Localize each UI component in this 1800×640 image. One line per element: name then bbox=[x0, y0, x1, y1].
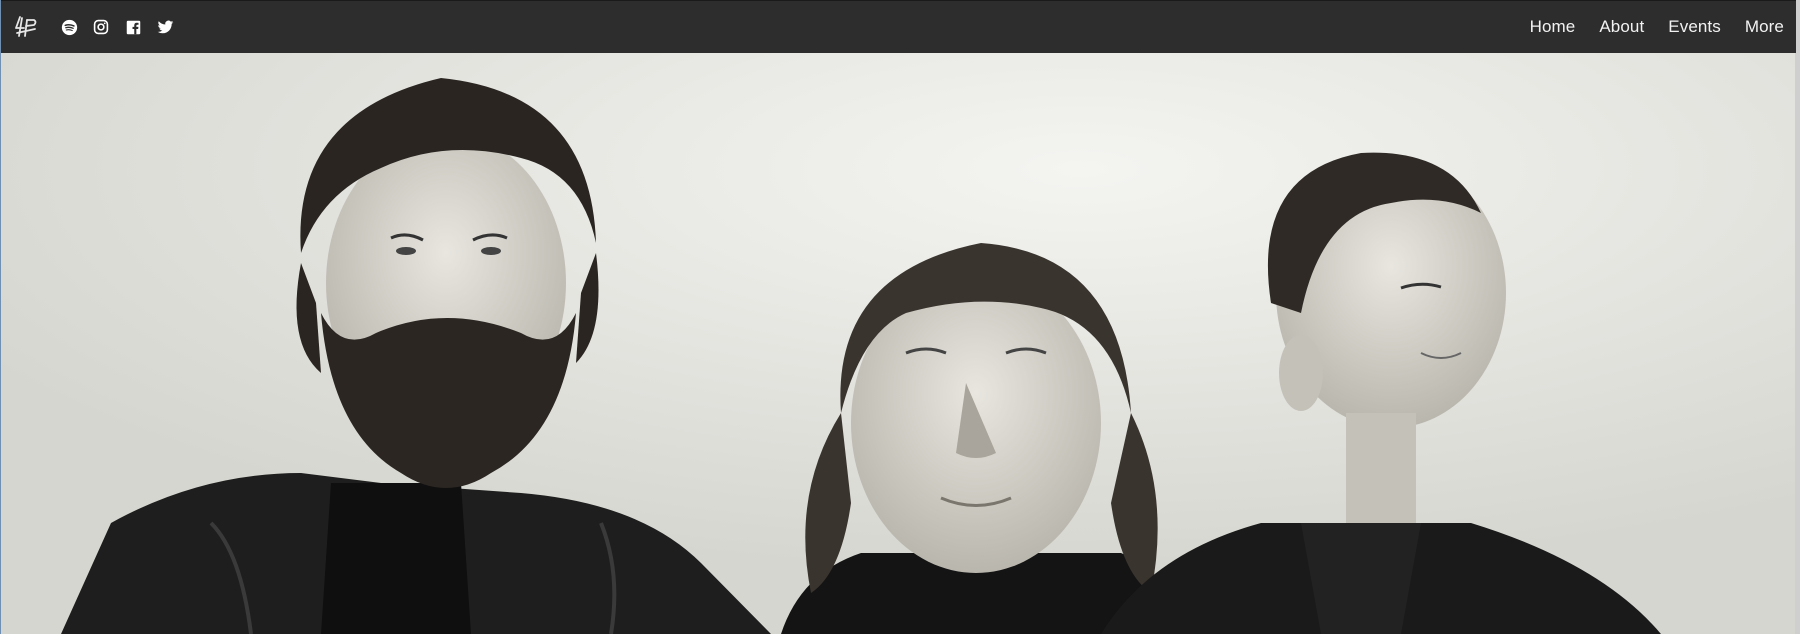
facebook-icon[interactable] bbox=[117, 11, 149, 43]
nav-link-home[interactable]: Home bbox=[1530, 17, 1576, 37]
band-logo-icon[interactable] bbox=[13, 14, 39, 40]
twitter-icon[interactable] bbox=[149, 11, 181, 43]
top-navbar: Home About Events More bbox=[1, 0, 1796, 53]
hero-band-photo bbox=[1, 53, 1800, 634]
page-frame: Home About Events More bbox=[0, 0, 1800, 634]
nav-link-events[interactable]: Events bbox=[1668, 17, 1721, 37]
social-links bbox=[53, 11, 181, 43]
scrollbar-edge bbox=[1795, 0, 1800, 634]
band-photo-illustration bbox=[1, 53, 1800, 634]
main-nav: Home About Events More bbox=[1530, 17, 1784, 37]
spotify-icon[interactable] bbox=[53, 11, 85, 43]
nav-link-about[interactable]: About bbox=[1599, 17, 1644, 37]
nav-link-more[interactable]: More bbox=[1745, 17, 1784, 37]
instagram-icon[interactable] bbox=[85, 11, 117, 43]
